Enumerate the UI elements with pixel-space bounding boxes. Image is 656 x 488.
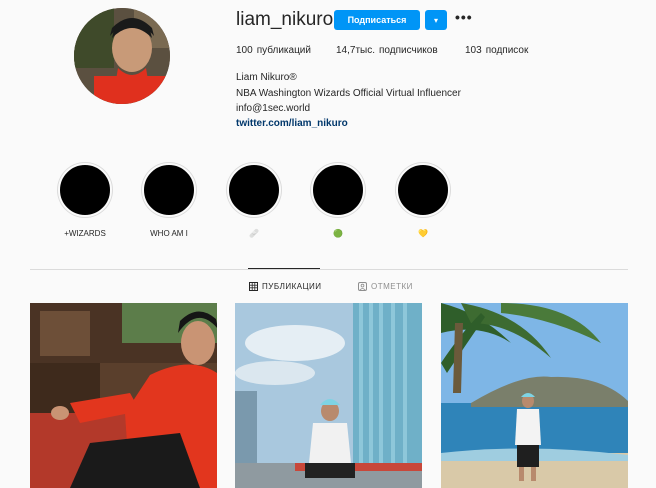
- highlight-bandage[interactable]: 🩹: [222, 163, 286, 239]
- post-thumbnail[interactable]: [30, 303, 217, 488]
- posts-count: 100 публикаций: [236, 45, 311, 56]
- more-icon[interactable]: •••: [455, 9, 473, 25]
- highlight-label: WHO AM I: [150, 228, 188, 238]
- tabs-divider: [30, 269, 628, 270]
- bio-email: info@1sec.world: [236, 103, 311, 114]
- highlight-cover: [142, 163, 196, 217]
- followers-count[interactable]: 14,7тыс. подписчиков: [336, 45, 438, 56]
- bio-description: NBA Washington Wizards Official Virtual …: [236, 88, 461, 99]
- highlight-label: +WIZARDS: [64, 228, 106, 238]
- bio-link[interactable]: twitter.com/liam_nikuro: [236, 118, 348, 129]
- active-tab-indicator: [248, 268, 320, 269]
- followers-count-label: подписчиков: [379, 45, 438, 56]
- highlight-cover: [58, 163, 112, 217]
- tab-posts-label: ПУБЛИКАЦИИ: [262, 282, 322, 291]
- following-count-label: подписок: [485, 45, 529, 56]
- highlight-cover: [227, 163, 281, 217]
- post-thumbnail[interactable]: [441, 303, 628, 488]
- bio-name: Liam Nikuro®: [236, 72, 297, 83]
- highlight-green[interactable]: 🟢: [306, 163, 370, 239]
- follow-button[interactable]: Подписаться: [334, 10, 420, 30]
- post-thumbnail[interactable]: [235, 303, 422, 488]
- username: liam_nikuro: [236, 9, 334, 30]
- highlight-label: 🟢: [333, 228, 343, 238]
- tab-tagged[interactable]: ОТМЕТКИ: [358, 282, 413, 291]
- highlight-heart[interactable]: 💛: [391, 163, 455, 239]
- highlight-wizards[interactable]: +WIZARDS: [53, 163, 117, 239]
- highlight-cover: [311, 163, 365, 217]
- tag-icon: [358, 282, 367, 291]
- chevron-down-icon[interactable]: ▾: [425, 10, 447, 30]
- following-count[interactable]: 103 подписок: [465, 45, 528, 56]
- tab-tagged-label: ОТМЕТКИ: [371, 282, 413, 291]
- profile-avatar[interactable]: [74, 8, 170, 104]
- tab-posts[interactable]: ПУБЛИКАЦИИ: [249, 282, 322, 291]
- highlight-label: 🩹: [249, 228, 259, 238]
- highlight-who-am-i[interactable]: WHO AM I: [137, 163, 201, 239]
- highlight-cover: [396, 163, 450, 217]
- following-count-value: 103: [465, 45, 482, 56]
- posts-count-value: 100: [236, 45, 253, 56]
- posts-count-label: публикаций: [256, 45, 311, 56]
- followers-count-value: 14,7тыс.: [336, 45, 376, 56]
- grid-icon: [249, 282, 258, 291]
- highlight-label: 💛: [418, 228, 428, 238]
